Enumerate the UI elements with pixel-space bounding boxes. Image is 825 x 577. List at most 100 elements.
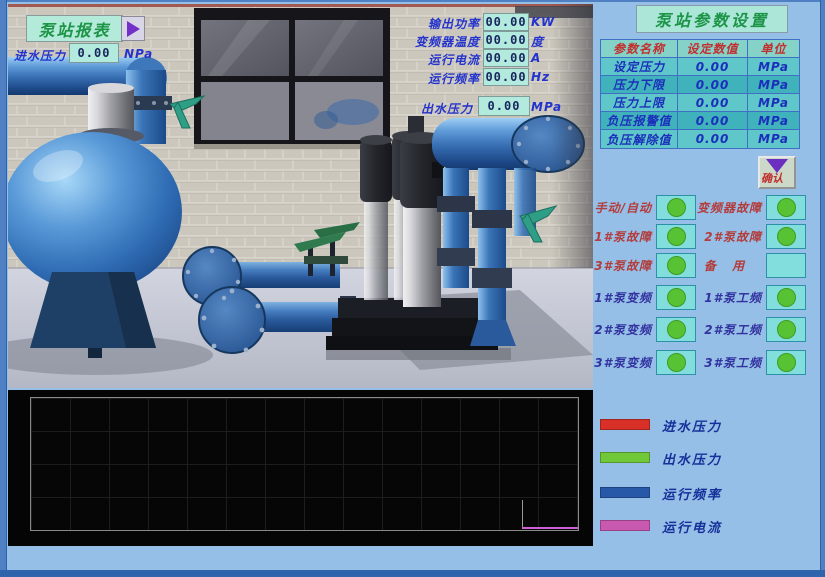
metric-label: 运行频率 [408,70,480,87]
param-unit: MPa [748,112,799,130]
table-row: 压力下限 0.00 MPa [601,76,799,94]
window-border-bottom [0,570,825,577]
param-value[interactable]: 0.00 [678,112,748,130]
indicator-label-vfd-fault: 变频器故障 [692,199,762,216]
window [194,8,390,149]
metric-unit: Hz [531,70,550,84]
legend-label-inlet: 进水压力 [662,416,722,435]
metric-label: 变频器温度 [398,33,480,50]
trend-cursor [522,500,523,528]
legend-swatch-frequency [600,487,650,498]
inlet-pressure-unit: NPa [124,47,153,61]
lamp-on-icon [667,227,686,246]
param-unit: MPa [748,58,799,76]
confirm-button[interactable]: 确认 [758,156,796,189]
play-triangle-icon [127,21,140,37]
indicator-lamp-pump2-fault [766,224,806,249]
param-name: 负压报警值 [601,112,678,130]
metric-unit: KW [531,15,555,29]
param-name: 负压解除值 [601,130,678,148]
report-button[interactable]: 泵站报表 [26,15,123,42]
indicator-lamp-pump3-fault [656,253,696,278]
trend-plot-area [30,397,579,531]
lamp-on-icon [777,227,796,246]
indicator-lamp-manual-auto [656,195,696,220]
table-row: 设定压力 0.00 MPa [601,58,799,76]
metric-value: 00.00 [483,68,529,86]
col-unit: 单位 [748,40,799,58]
report-play-button[interactable] [121,16,145,41]
table-row: 压力上限 0.00 MPa [601,94,799,112]
trend-chart [8,390,593,546]
param-unit: MPa [748,94,799,112]
window-border-left [0,0,7,577]
param-value[interactable]: 0.00 [678,76,748,94]
legend-swatch-inlet [600,419,650,430]
lamp-on-icon [667,256,686,275]
outlet-pressure-unit: MPa [531,100,562,114]
legend-label-frequency: 运行频率 [662,484,722,503]
window-border-top [0,0,825,2]
pump-station-3d-view: 泵站报表 进水压力 0.00 NPa 输出功率 00.00 KW 变频器温度 0… [8,4,593,388]
outlet-pressure-label: 出水压力 [421,100,473,117]
param-value[interactable]: 0.00 [678,130,748,148]
lamp-on-icon [777,353,796,372]
indicator-lamp-pump2-vfd [656,317,696,342]
indicator-lamp-spare [766,253,806,278]
indicator-lamp-pump3-mains [766,350,806,375]
tank-top-cylinder [88,88,134,134]
pump-station-hmi: 泵站报表 进水压力 0.00 NPa 输出功率 00.00 KW 变频器温度 0… [0,0,825,577]
lamp-on-icon [777,320,796,339]
lamp-on-icon [667,353,686,372]
table-row: 负压解除值 0.00 MPa [601,130,799,148]
indicator-label-pump3-vfd: 3#泵变频 [586,354,652,371]
pump-1 [360,135,392,300]
confirm-button-label: 确认 [761,170,783,186]
lamp-on-icon [667,288,686,307]
settings-table-header: 参数名称 设定数值 单位 [601,40,799,58]
metric-label: 运行电流 [408,51,480,68]
window-border-right [820,0,825,577]
param-unit: MPa [748,76,799,94]
indicator-label-pump3-fault: 3#泵故障 [586,257,652,274]
metric-value: 00.00 [483,49,529,67]
metric-value: 00.00 [483,31,529,49]
param-unit: MPa [748,130,799,148]
settings-panel-title: 泵站参数设置 [636,5,788,33]
inlet-pressure-label: 进水压力 [14,47,66,64]
indicator-label-pump3-mains: 3#泵工频 [692,354,762,371]
indicator-lamp-pump1-mains [766,285,806,310]
param-value[interactable]: 0.00 [678,94,748,112]
legend-label-current: 运行电流 [662,517,722,536]
table-row: 负压报警值 0.00 MPa [601,112,799,130]
inlet-pressure-value: 0.00 [69,43,119,63]
param-name: 设定压力 [601,58,678,76]
trend-trace-current [522,527,578,529]
param-value[interactable]: 0.00 [678,58,748,76]
indicator-label-pump2-fault: 2#泵故障 [692,228,762,245]
col-param-name: 参数名称 [601,40,678,58]
outlet-pressure-value: 0.00 [478,96,530,116]
metric-unit: 度 [531,33,544,50]
legend-label-outlet: 出水压力 [662,449,722,468]
param-name: 压力上限 [601,94,678,112]
lamp-on-icon [667,198,686,217]
legend-swatch-current [600,520,650,531]
col-set-value: 设定数值 [678,40,748,58]
lamp-on-icon [667,320,686,339]
ceiling-edge [8,4,593,7]
tank-sphere [8,132,182,292]
indicator-label-manual-auto: 手动/自动 [586,199,652,216]
metric-label: 输出功率 [408,15,480,32]
indicator-lamp-pump3-vfd [656,350,696,375]
lamp-on-icon [777,198,796,217]
legend-swatch-outlet [600,452,650,463]
indicator-lamp-pump1-vfd [656,285,696,310]
metric-unit: A [531,51,541,65]
metric-value: 00.00 [483,13,529,31]
indicator-label-pump2-mains: 2#泵工频 [692,321,762,338]
settings-table: 参数名称 设定数值 单位 设定压力 0.00 MPa 压力下限 0.00 MPa… [600,39,800,149]
indicator-lamp-vfd-fault [766,195,806,220]
param-name: 压力下限 [601,76,678,94]
indicator-label-pump1-vfd: 1#泵变频 [586,289,652,306]
